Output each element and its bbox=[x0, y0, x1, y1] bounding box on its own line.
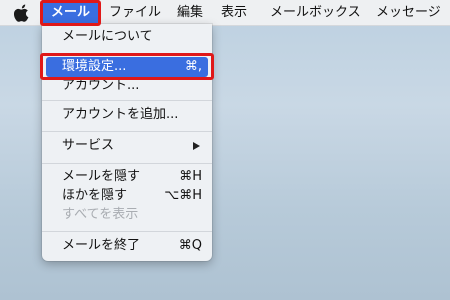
menu-item-shortcut: ⌘H bbox=[179, 169, 202, 184]
menu-item-shortcut: ⌥⌘H bbox=[164, 188, 202, 203]
submenu-arrow-icon bbox=[193, 142, 200, 150]
menubar-item-file[interactable]: ファイル bbox=[109, 0, 161, 26]
apple-icon[interactable] bbox=[14, 4, 30, 22]
menu-item-label: メールについて bbox=[62, 29, 153, 44]
menu-separator bbox=[42, 231, 212, 232]
menu-separator bbox=[42, 54, 212, 55]
menubar-item-view[interactable]: 表示 bbox=[221, 0, 247, 26]
menu-item-show-all: すべてを表示 bbox=[42, 205, 212, 225]
menu-bar: メール ファイル 編集 表示 メールボックス メッセージ bbox=[0, 0, 450, 26]
menubar-item-mail[interactable]: メール bbox=[42, 0, 99, 26]
menu-item-services[interactable]: サービス bbox=[42, 136, 212, 156]
menu-item-label: ほかを隠す bbox=[62, 188, 128, 203]
menu-separator bbox=[42, 100, 212, 101]
menubar-item-mailbox[interactable]: メールボックス bbox=[270, 0, 361, 26]
menu-item-hide-mail[interactable]: メールを隠す ⌘H bbox=[42, 167, 212, 187]
mail-menu-dropdown: メールについて 環境設定... ⌘, アカウント... アカウントを追加... … bbox=[42, 24, 212, 261]
menu-item-preferences[interactable]: 環境設定... ⌘, bbox=[46, 57, 208, 77]
menu-item-quit-mail[interactable]: メールを終了 ⌘Q bbox=[42, 236, 212, 256]
menubar-item-message[interactable]: メッセージ bbox=[376, 0, 441, 26]
menu-item-label: メールを隠す bbox=[62, 169, 141, 184]
menu-item-label: 環境設定... bbox=[62, 59, 127, 74]
menu-item-about-mail[interactable]: メールについて bbox=[42, 27, 212, 47]
menu-item-accounts[interactable]: アカウント... bbox=[42, 76, 212, 96]
menu-item-label: サービス bbox=[62, 138, 115, 153]
menu-item-label: アカウント... bbox=[62, 78, 140, 93]
menu-item-label: アカウントを追加... bbox=[62, 107, 179, 122]
menu-separator bbox=[42, 163, 212, 164]
menu-item-hide-others[interactable]: ほかを隠す ⌥⌘H bbox=[42, 186, 212, 206]
menu-item-shortcut: ⌘Q bbox=[178, 238, 202, 253]
menu-item-label: メールを終了 bbox=[62, 238, 141, 253]
menu-separator bbox=[42, 131, 212, 132]
menubar-item-edit[interactable]: 編集 bbox=[177, 0, 203, 26]
menu-item-shortcut: ⌘, bbox=[184, 59, 202, 74]
menu-item-label: すべてを表示 bbox=[62, 207, 139, 222]
menu-item-add-account[interactable]: アカウントを追加... bbox=[42, 105, 212, 125]
